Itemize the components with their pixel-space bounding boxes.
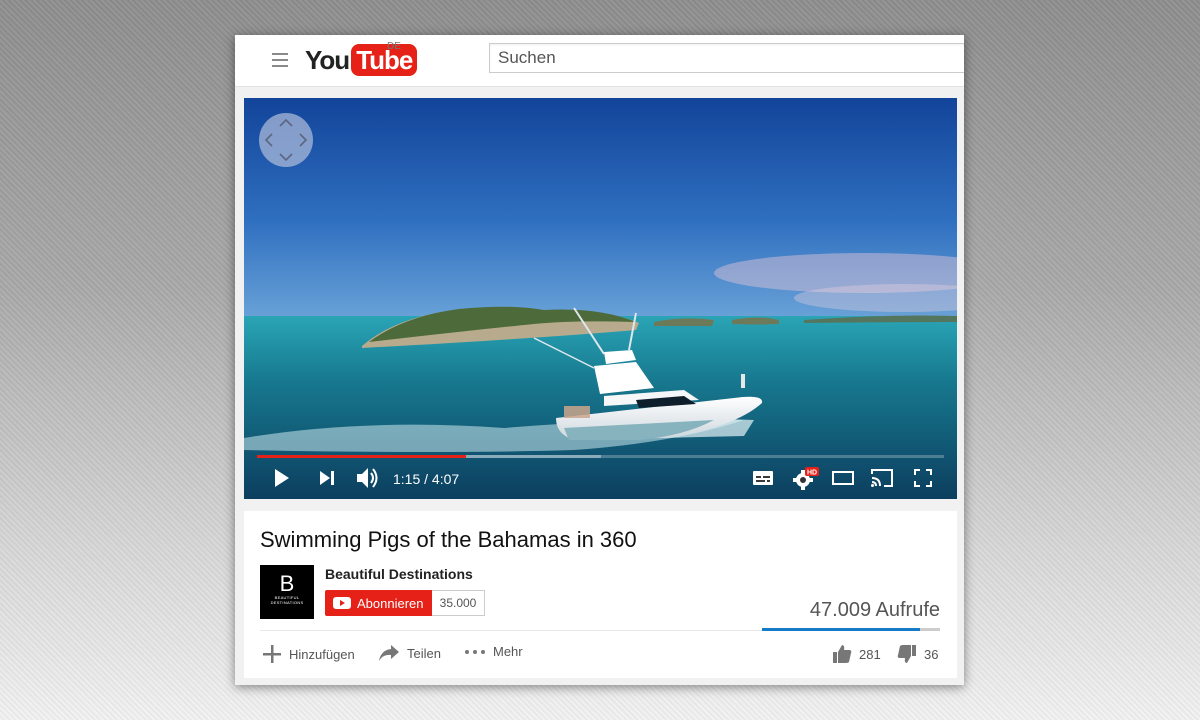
like-button[interactable]: 281 bbox=[832, 644, 881, 664]
360-navigation-control[interactable] bbox=[259, 113, 313, 167]
subscribe-button[interactable]: Abonnieren bbox=[325, 590, 432, 616]
arrow-left-icon[interactable] bbox=[264, 133, 273, 147]
region-code: DE bbox=[387, 41, 401, 52]
add-to-button[interactable]: Hinzufügen bbox=[262, 644, 355, 664]
subscriber-count: 35.000 bbox=[432, 590, 485, 616]
play-icon[interactable] bbox=[274, 468, 290, 488]
video-player[interactable]: 1:15 / 4:07 HD bbox=[244, 98, 957, 499]
thumbs-up-icon bbox=[833, 645, 852, 663]
more-label: Mehr bbox=[493, 644, 523, 659]
settings-gear-icon[interactable]: HD bbox=[792, 466, 820, 490]
search-input[interactable] bbox=[489, 43, 964, 73]
view-count: 47.009 Aufrufe bbox=[809, 599, 940, 621]
more-dots-icon bbox=[465, 649, 485, 654]
plus-icon bbox=[263, 645, 281, 663]
video-info-panel: Swimming Pigs of the Bahamas in 360 B BE… bbox=[244, 511, 957, 678]
like-count: 281 bbox=[859, 646, 881, 662]
like-ratio-fill bbox=[762, 628, 921, 631]
guide-menu-icon[interactable] bbox=[272, 53, 288, 67]
logo-you-text: You bbox=[305, 44, 350, 75]
channel-avatar[interactable]: B BEAUTIFUL DESTINATIONS bbox=[260, 565, 314, 619]
share-label: Teilen bbox=[407, 645, 441, 661]
cast-icon[interactable] bbox=[870, 468, 894, 488]
video-title: Swimming Pigs of the Bahamas in 360 bbox=[260, 527, 637, 552]
like-dislike-bar bbox=[762, 628, 940, 631]
arrow-right-icon[interactable] bbox=[299, 133, 308, 147]
share-button[interactable]: Teilen bbox=[378, 644, 441, 662]
logo-tube-text: Tube bbox=[351, 44, 418, 76]
avatar-letter: B bbox=[279, 571, 295, 596]
subtitles-icon[interactable] bbox=[752, 470, 774, 486]
progress-bar[interactable] bbox=[257, 455, 944, 458]
share-arrow-icon bbox=[379, 645, 399, 661]
arrow-down-icon[interactable] bbox=[279, 153, 293, 162]
youtube-play-icon bbox=[333, 597, 351, 609]
theater-mode-icon[interactable] bbox=[832, 471, 854, 485]
more-button[interactable]: Mehr bbox=[464, 644, 523, 659]
dislike-button[interactable]: 36 bbox=[897, 644, 938, 664]
progress-played bbox=[257, 455, 466, 458]
thumbs-down-icon bbox=[897, 645, 916, 663]
add-to-label: Hinzufügen bbox=[289, 646, 355, 662]
youtube-logo[interactable]: You Tube DE bbox=[305, 41, 418, 77]
avatar-caption: BEAUTIFUL DESTINATIONS bbox=[270, 595, 304, 605]
time-display: 1:15 / 4:07 bbox=[393, 471, 460, 487]
masthead: You Tube DE bbox=[235, 35, 964, 87]
dislike-count: 36 bbox=[924, 646, 939, 662]
player-controls: 1:15 / 4:07 HD bbox=[244, 460, 957, 499]
browser-window: You Tube DE Suchen 1:15 / 4:07 HD Swimmi… bbox=[235, 35, 964, 685]
next-icon[interactable] bbox=[319, 470, 335, 486]
arrow-up-icon[interactable] bbox=[279, 118, 293, 127]
channel-name[interactable]: Beautiful Destinations bbox=[325, 566, 473, 582]
hd-badge: HD bbox=[807, 470, 817, 477]
subscribe-label: Abonnieren bbox=[357, 595, 424, 611]
volume-icon[interactable] bbox=[356, 467, 380, 489]
fullscreen-icon[interactable] bbox=[914, 469, 932, 487]
video-frame bbox=[244, 98, 957, 499]
